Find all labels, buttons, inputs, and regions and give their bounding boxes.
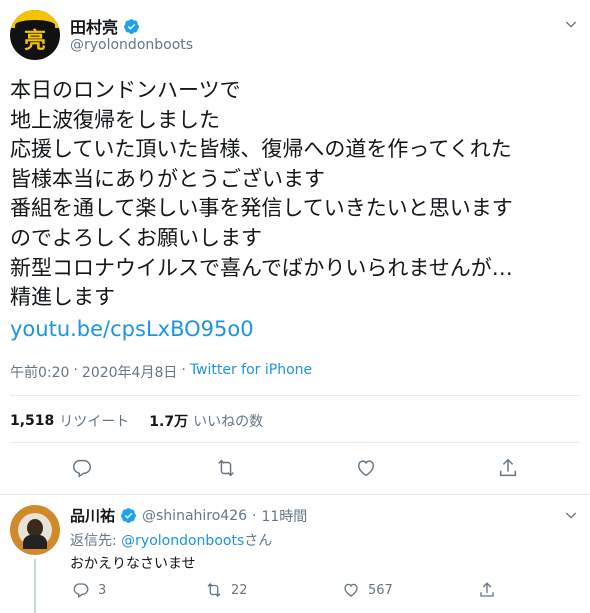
reply-time[interactable]: 11時間 [261,506,307,526]
avatar[interactable] [10,505,60,555]
engagement-stats: 1,518 リツイート 1.7万 いいねの数 [10,411,283,431]
like-count[interactable]: 1.7万 [149,411,188,431]
reply-to-suffix: さん [244,533,273,549]
reply-reply-button[interactable]: 3 [72,581,106,599]
tweet-meta: 午前0:20 · 2020年4月8日 · Twitter for iPhone [10,362,312,382]
tweet-text: 本日のロンドンハーツで 地上波復帰をしました 応援していた頂いた皆様、復帰への道… [10,78,513,310]
reply-icon[interactable] [71,457,93,479]
tweet-source[interactable]: Twitter for iPhone [190,362,312,382]
reply-actions: 3 22 567 [0,581,590,601]
reply-to-prefix: 返信先: [70,533,117,549]
reply-header: 品川祐 @shinahiro426 · 11時間 [70,505,307,526]
meta-separator: · [73,362,78,378]
chevron-down-icon[interactable] [563,16,579,32]
reply-text: おかえりなさいませ [70,556,196,572]
avatar-glyph: 亮 [23,29,46,54]
reply-retweet-count: 22 [231,582,248,598]
meta-separator: · [181,362,186,378]
avatar-body [23,535,47,549]
reply-share-button[interactable] [478,581,496,599]
reply-retweet-button[interactable]: 22 [205,581,248,599]
tweet-time[interactable]: 午前0:20 [10,362,69,382]
tweet-date[interactable]: 2020年4月8日 [82,362,177,382]
reply-separator: · [252,507,257,524]
divider [10,442,580,443]
tweet-link[interactable]: youtu.be/cpsLxBO95o0 [10,317,254,341]
divider [10,395,580,396]
reply-count: 3 [98,582,107,598]
tweet-actions [0,457,590,481]
reply-handle[interactable]: @shinahiro426 [142,508,247,524]
retweet-icon[interactable] [215,457,237,479]
retweet-count[interactable]: 1,518 [10,413,54,429]
verified-badge-icon [124,18,139,34]
like-label[interactable]: いいねの数 [193,411,263,431]
chevron-down-icon[interactable] [563,507,579,523]
retweet-icon [207,583,221,597]
reply-icon [73,583,89,599]
heart-icon [344,583,358,597]
verified-badge-icon [121,508,136,523]
reply-like-button[interactable]: 567 [342,581,393,599]
heart-icon[interactable] [355,457,377,479]
author-display-name[interactable]: 田村亮 [70,14,118,38]
reply-to-line: 返信先: @ryolondonbootsさん [70,530,272,550]
avatar-cap [10,10,60,30]
avatar[interactable]: 亮 [10,10,60,60]
reply-like-count: 567 [368,582,393,598]
retweet-label[interactable]: リツイート [59,411,129,431]
share-icon [480,582,494,597]
reply-display-name[interactable]: 品川祐 [70,505,115,526]
reply-to-mention[interactable]: @ryolondonboots [121,533,244,549]
author-name-row[interactable]: 田村亮 [70,14,140,38]
share-icon[interactable] [497,457,519,479]
divider [0,494,590,495]
author-handle[interactable]: @ryolondonboots [70,37,193,53]
